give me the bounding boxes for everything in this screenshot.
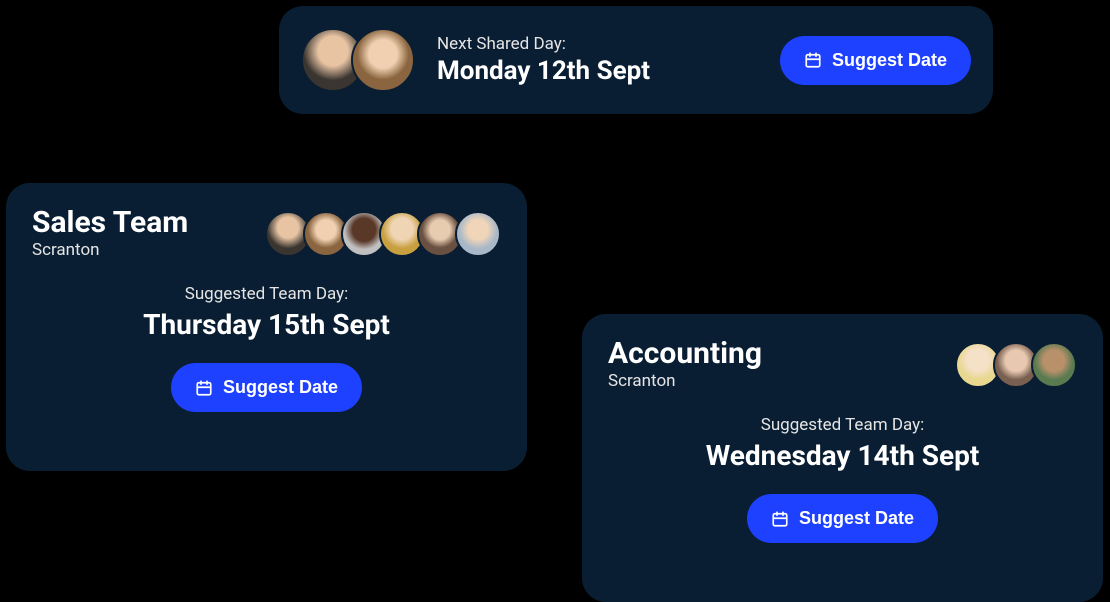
avatar (455, 211, 501, 257)
team-avatars (265, 205, 501, 257)
calendar-icon (804, 51, 822, 69)
card-body: Suggested Team Day: Thursday 15th Sept S… (32, 284, 501, 412)
avatar (351, 28, 415, 92)
suggested-day-date: Wednesday 14th Sept (608, 439, 1077, 472)
team-location: Scranton (608, 371, 762, 391)
team-card-accounting: Accounting Scranton Suggested Team Day: … (582, 314, 1103, 602)
shared-avatars (301, 28, 415, 92)
team-title: Sales Team (32, 205, 188, 240)
card-header: Accounting Scranton (608, 336, 1077, 391)
button-label: Suggest Date (799, 508, 914, 529)
shared-day-card: Next Shared Day: Monday 12th Sept Sugges… (279, 6, 993, 114)
suggest-date-button[interactable]: Suggest Date (747, 494, 938, 543)
suggest-date-button[interactable]: Suggest Date (780, 36, 971, 85)
button-label: Suggest Date (832, 50, 947, 71)
calendar-icon (195, 379, 213, 397)
card-body: Suggested Team Day: Wednesday 14th Sept … (608, 415, 1077, 543)
shared-text: Next Shared Day: Monday 12th Sept (437, 34, 780, 86)
card-header: Sales Team Scranton (32, 205, 501, 260)
team-info: Accounting Scranton (608, 336, 762, 391)
suggested-day-label: Suggested Team Day: (608, 415, 1077, 435)
suggest-date-button[interactable]: Suggest Date (171, 363, 362, 412)
team-location: Scranton (32, 240, 188, 260)
shared-day-date: Monday 12th Sept (437, 56, 780, 86)
team-info: Sales Team Scranton (32, 205, 188, 260)
team-avatars (955, 336, 1077, 388)
shared-day-label: Next Shared Day: (437, 34, 780, 54)
calendar-icon (771, 510, 789, 528)
team-title: Accounting (608, 336, 762, 371)
avatar (1031, 342, 1077, 388)
suggested-day-date: Thursday 15th Sept (32, 308, 501, 341)
suggested-day-label: Suggested Team Day: (32, 284, 501, 304)
button-label: Suggest Date (223, 377, 338, 398)
team-card-sales: Sales Team Scranton Suggested Team Day: … (6, 183, 527, 471)
